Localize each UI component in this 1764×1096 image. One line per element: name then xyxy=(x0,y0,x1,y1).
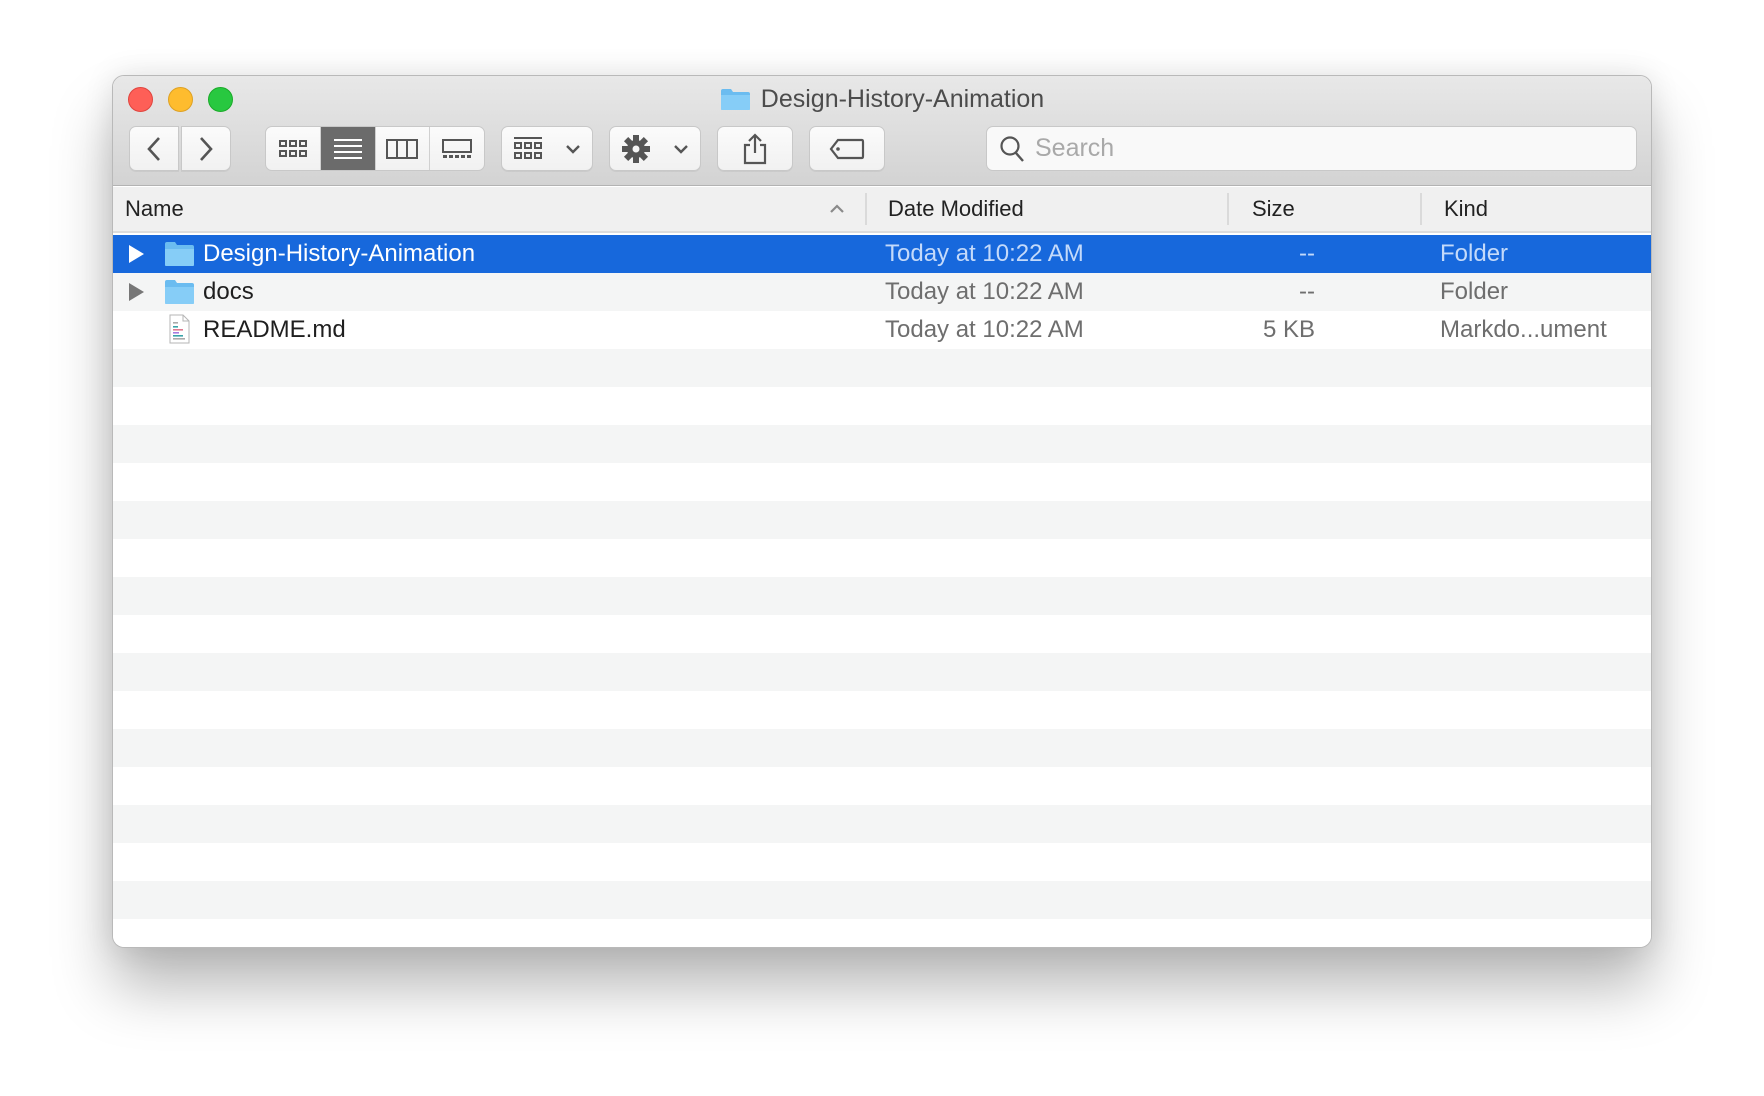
column-header: Name Date Modified Size Kind xyxy=(113,187,1651,233)
column-header-date[interactable]: Date Modified xyxy=(888,187,1024,231)
folder-icon xyxy=(720,87,751,111)
view-mode-selector xyxy=(265,126,485,171)
share-icon xyxy=(743,132,767,164)
empty-row xyxy=(113,539,1651,577)
list-view-button[interactable] xyxy=(320,127,376,170)
action-button[interactable] xyxy=(609,126,701,171)
file-size: 5 KB xyxy=(1262,316,1315,343)
empty-row xyxy=(113,425,1651,463)
back-button[interactable] xyxy=(129,126,179,171)
empty-row xyxy=(113,919,1651,947)
file-date-modified: Today at 10:22 AM xyxy=(885,278,1084,305)
chevron-down-icon xyxy=(674,144,688,154)
chevron-down-icon xyxy=(566,144,580,154)
file-size: -- xyxy=(1299,278,1315,305)
chevron-right-icon xyxy=(200,136,213,161)
sort-ascending-icon[interactable] xyxy=(829,203,845,215)
markdown-file-icon xyxy=(164,314,195,344)
window-title: Design-History-Animation xyxy=(113,82,1651,116)
file-row[interactable]: README.md Today at 10:22 AM 5 KB Markdo...u… xyxy=(113,311,1651,349)
tag-icon xyxy=(829,138,865,159)
column-divider[interactable] xyxy=(865,193,867,225)
empty-row xyxy=(113,805,1651,843)
gear-icon xyxy=(622,134,650,163)
forward-button[interactable] xyxy=(181,126,231,171)
empty-row xyxy=(113,729,1651,767)
file-size: -- xyxy=(1299,240,1315,267)
file-name: Design-History-Animation xyxy=(203,240,476,267)
file-list: Design-History-Animation Today at 10:22 A… xyxy=(113,235,1651,947)
title-bar[interactable]: Design-History-Animation xyxy=(113,76,1651,186)
search-field[interactable] xyxy=(986,126,1637,171)
empty-row xyxy=(113,501,1651,539)
share-button[interactable] xyxy=(717,126,793,171)
column-header-size[interactable]: Size xyxy=(1252,187,1295,231)
disclosure-triangle-icon[interactable] xyxy=(129,245,144,263)
group-by-icon xyxy=(514,136,542,159)
empty-row xyxy=(113,691,1651,729)
empty-row xyxy=(113,767,1651,805)
file-kind: Folder xyxy=(1440,278,1509,305)
search-icon xyxy=(1000,135,1024,162)
file-date-modified: Today at 10:22 AM xyxy=(885,316,1084,343)
file-name: README.md xyxy=(203,316,346,343)
title-text: Design-History-Animation xyxy=(760,84,1045,113)
folder-icon xyxy=(164,278,195,305)
gallery-view-button[interactable] xyxy=(430,127,484,170)
empty-row xyxy=(113,843,1651,881)
columns-icon xyxy=(386,138,419,159)
empty-row xyxy=(113,577,1651,615)
file-row[interactable]: docs Today at 10:22 AM -- Folder xyxy=(113,273,1651,311)
file-kind: Markdo...ument xyxy=(1440,316,1607,343)
column-header-kind[interactable]: Kind xyxy=(1444,187,1488,231)
search-input[interactable] xyxy=(1035,134,1595,163)
group-by-button[interactable] xyxy=(501,126,593,171)
file-row[interactable]: Design-History-Animation Today at 10:22 A… xyxy=(113,235,1651,273)
column-view-button[interactable] xyxy=(376,127,431,170)
empty-row xyxy=(113,463,1651,501)
icon-view-button[interactable] xyxy=(266,127,321,170)
chevron-left-icon xyxy=(147,136,160,161)
disclosure-triangle-icon[interactable] xyxy=(129,283,144,301)
empty-row xyxy=(113,349,1651,387)
column-divider[interactable] xyxy=(1227,193,1229,225)
empty-row xyxy=(113,615,1651,653)
file-name: docs xyxy=(203,278,254,305)
finder-window: Design-History-Animation Search Name Dat… xyxy=(112,75,1652,948)
file-date-modified: Today at 10:22 AM xyxy=(885,240,1084,267)
tag-button[interactable] xyxy=(809,126,885,171)
column-divider[interactable] xyxy=(1420,193,1422,225)
icon-grid-icon xyxy=(278,139,307,157)
gallery-icon xyxy=(442,138,473,158)
folder-icon xyxy=(164,240,195,267)
empty-row xyxy=(113,387,1651,425)
empty-row xyxy=(113,653,1651,691)
file-kind: Folder xyxy=(1440,240,1509,267)
list-icon xyxy=(333,138,362,159)
column-header-name[interactable]: Name xyxy=(125,187,184,231)
empty-row xyxy=(113,881,1651,919)
